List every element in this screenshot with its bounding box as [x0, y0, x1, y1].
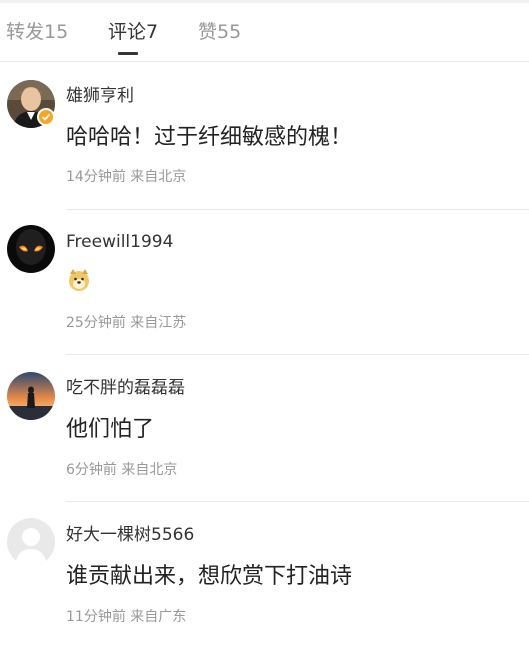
comment-username[interactable]: 雄狮亨利: [66, 85, 134, 107]
comment-item: 吃不胖的磊磊磊 他们怕了 6分钟前 来自北京: [0, 355, 529, 502]
comment-item: Freewill1994 25分钟前 来自江苏: [0, 208, 529, 355]
tab-bar: 转发15 评论7 赞55: [0, 3, 529, 62]
tab-likes[interactable]: 赞55: [198, 19, 241, 45]
comment-text: 他们怕了: [66, 417, 155, 442]
tab-reposts[interactable]: 转发15: [6, 19, 68, 45]
comment-meta: 25分钟前 来自江苏: [66, 315, 187, 331]
comment-username[interactable]: 吃不胖的磊磊磊: [66, 377, 185, 399]
comment-meta: 14分钟前 来自北京: [66, 169, 187, 185]
comment-item: 好大一棵树5566 谁贡献出来，想欣赏下打油诗 11分钟前 来自广东: [0, 501, 529, 646]
user-avatar[interactable]: [7, 372, 55, 420]
user-avatar[interactable]: [7, 518, 55, 566]
active-tab-indicator: [118, 52, 138, 55]
doge-emoji-icon: [67, 268, 91, 292]
tab-comments[interactable]: 评论7: [108, 19, 158, 45]
user-avatar[interactable]: [7, 225, 55, 273]
comment-text: 谁贡献出来，想欣赏下打油诗: [66, 564, 353, 589]
comment-meta: 11分钟前 来自广东: [66, 609, 187, 625]
comment-meta: 6分钟前 来自北京: [66, 462, 178, 478]
comment-username[interactable]: 好大一棵树5566: [66, 524, 194, 546]
comment-username[interactable]: Freewill1994: [66, 231, 173, 253]
comment-text: 哈哈哈！过于纤细敏感的槐！: [66, 125, 353, 150]
comment-item: 雄狮亨利 哈哈哈！过于纤细敏感的槐！ 14分钟前 来自北京: [0, 63, 529, 210]
verified-badge-icon: [37, 108, 55, 126]
